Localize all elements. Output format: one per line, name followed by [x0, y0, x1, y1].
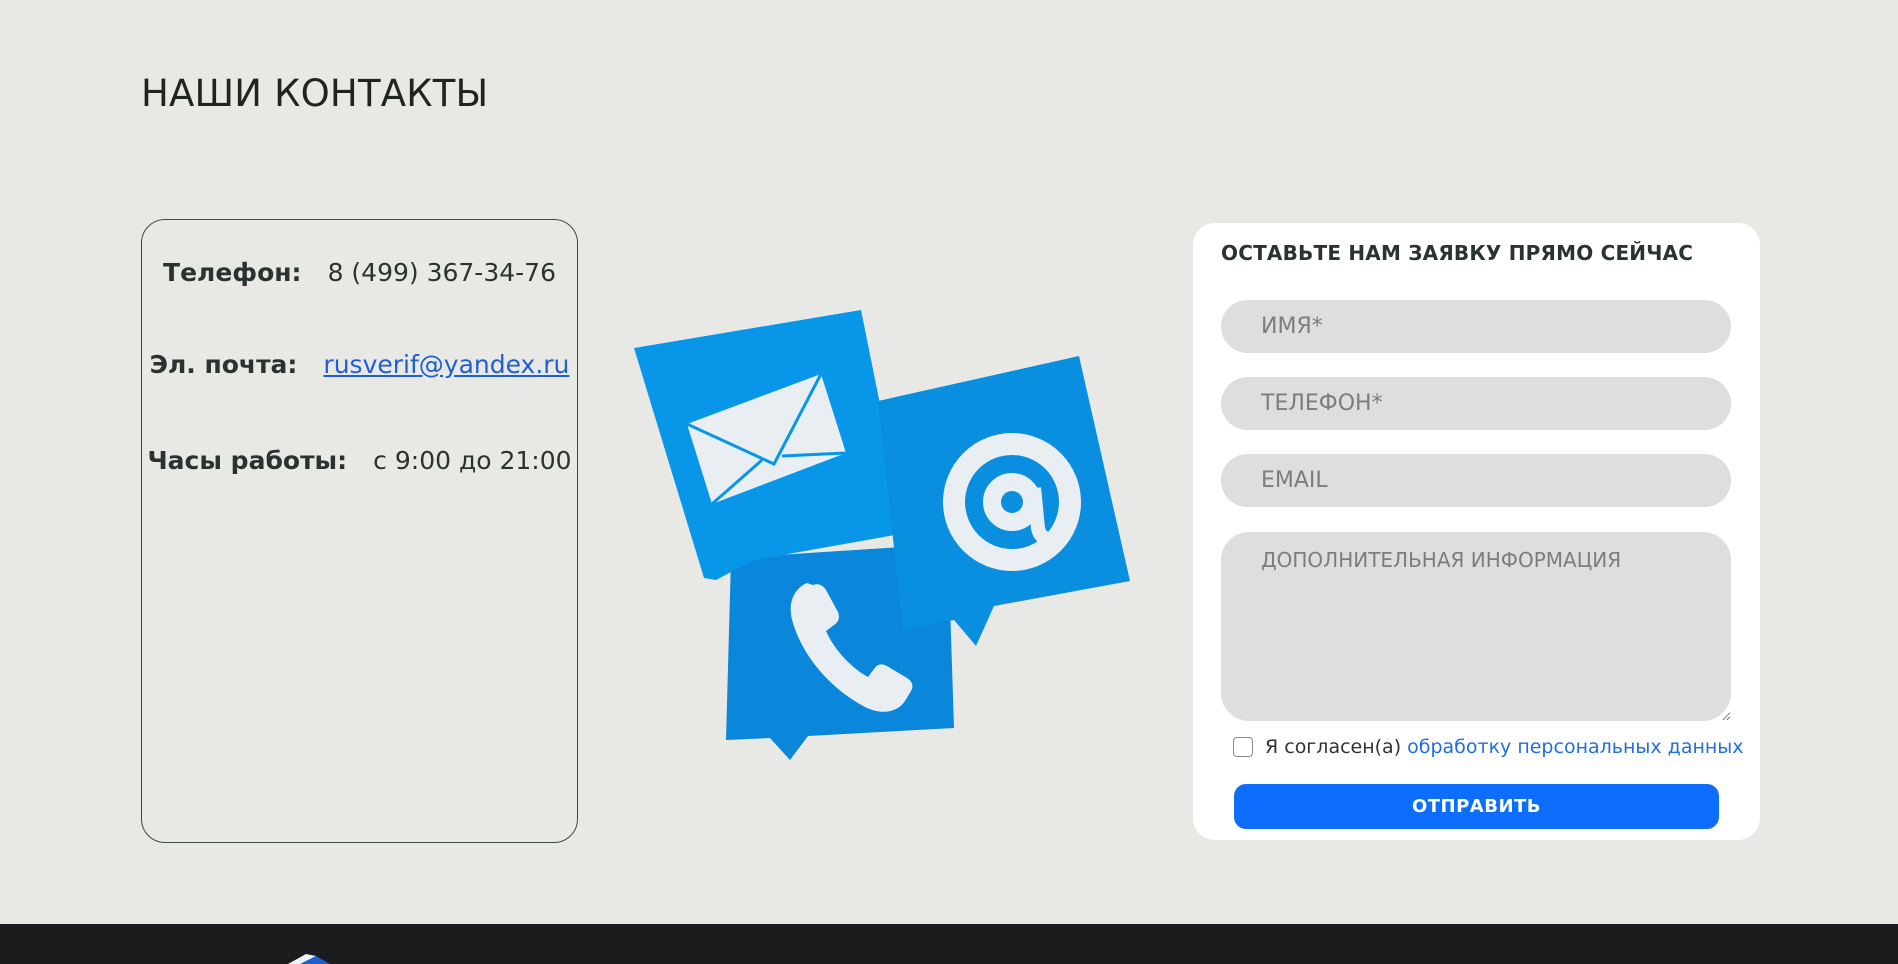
- consent-text: Я согласен(а): [1265, 736, 1402, 758]
- contacts-card: Телефон: 8 (499) 367-34-76 Эл. почта: ru…: [141, 219, 578, 843]
- email-input[interactable]: [1221, 454, 1731, 507]
- consent-row: Я согласен(а) обработку персональных дан…: [1233, 736, 1744, 758]
- page-title: НАШИ КОНТАКТЫ: [141, 72, 489, 115]
- hours-value: с 9:00 до 21:00: [373, 446, 572, 475]
- contacts-illustration: [634, 310, 1130, 760]
- consent-checkbox[interactable]: [1233, 737, 1253, 757]
- phone-label: Телефон:: [163, 258, 302, 287]
- request-form: ОСТАВЬТЕ НАМ ЗАЯВКУ ПРЯМО СЕЙЧАС Я согла…: [1193, 223, 1760, 840]
- footer-logo: [288, 954, 330, 964]
- name-input[interactable]: [1221, 300, 1731, 353]
- hours-label: Часы работы:: [147, 446, 348, 475]
- footer: [0, 924, 1898, 964]
- phone-input[interactable]: [1221, 377, 1731, 430]
- email-link[interactable]: rusverif@yandex.ru: [323, 350, 569, 379]
- form-title: ОСТАВЬТЕ НАМ ЗАЯВКУ ПРЯМО СЕЙЧАС: [1221, 241, 1694, 265]
- email-label: Эл. почта:: [149, 350, 298, 379]
- submit-button[interactable]: ОТПРАВИТЬ: [1234, 784, 1719, 829]
- at-sign-icon: [878, 356, 1130, 646]
- privacy-policy-link[interactable]: обработку персональных данных: [1407, 736, 1743, 758]
- phone-value: 8 (499) 367-34-76: [327, 258, 556, 287]
- email-row: Эл. почта: rusverif@yandex.ru: [142, 350, 577, 379]
- additional-info-textarea[interactable]: [1221, 532, 1731, 721]
- hours-row: Часы работы: с 9:00 до 21:00: [142, 446, 577, 475]
- envelope-icon: [634, 310, 906, 580]
- phone-row: Телефон: 8 (499) 367-34-76: [142, 258, 577, 287]
